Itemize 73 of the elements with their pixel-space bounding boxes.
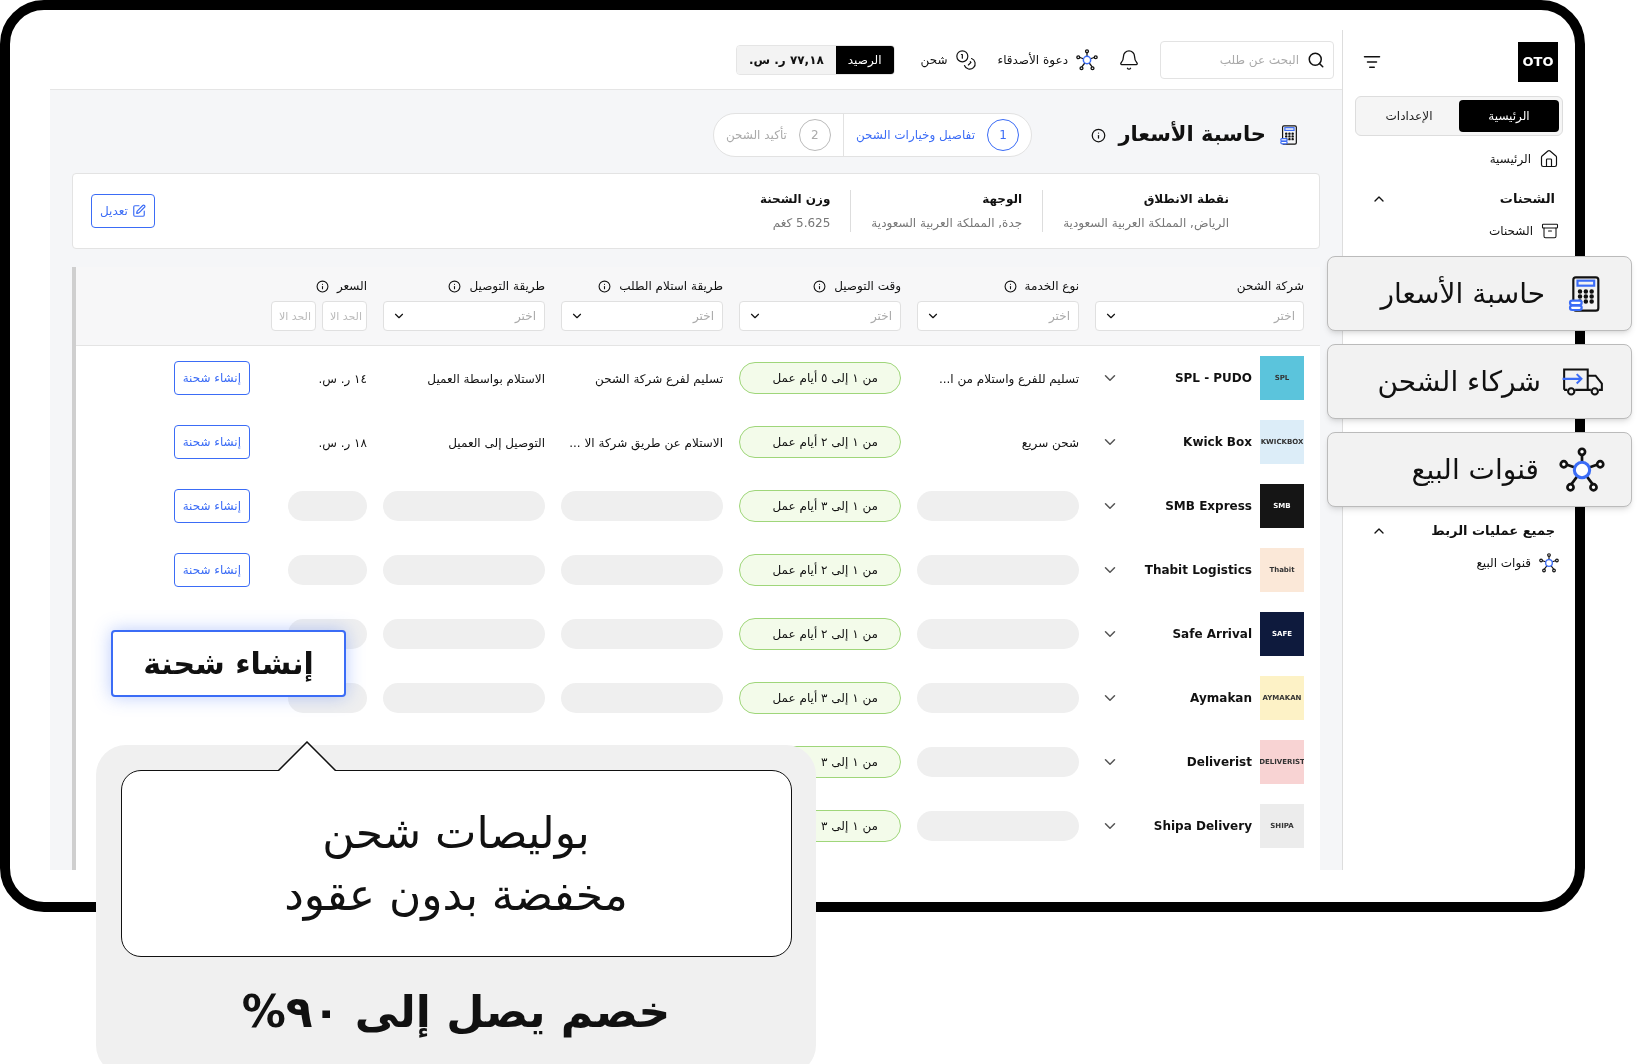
create-shipment-button[interactable]: إنشاء شحنة — [173, 553, 250, 587]
people-network-icon — [1076, 48, 1098, 71]
create-shipment-button[interactable]: إنشاء شحنة — [173, 489, 250, 523]
column-header: نوع الخدمة — [1024, 278, 1079, 295]
brand-logo: OTO — [1518, 42, 1558, 82]
feature-card: حاسبة الأسعار — [1327, 256, 1632, 331]
edit-icon — [131, 204, 146, 218]
table-cell: الاستلام بواسطة العميل — [427, 372, 545, 386]
create-shipment-callout-button[interactable]: إنشاء شحنة — [111, 630, 346, 697]
column-header: طريقة التوصيل — [469, 278, 545, 295]
carrier-name: SMB Express — [1165, 498, 1252, 515]
column-header: السعر — [336, 278, 367, 295]
summary-value: 5.625 كغم — [771, 215, 831, 232]
carrier-name: Kwick Box — [1183, 434, 1252, 451]
create-shipment-button[interactable]: إنشاء شحنة — [173, 425, 250, 459]
feature-card: شركاء الشحن — [1327, 344, 1632, 419]
sidebar-section[interactable]: الشحنات — [1355, 182, 1563, 216]
table-cell: شحن سريع — [1021, 436, 1079, 450]
summary-label: الوجهة — [981, 191, 1023, 208]
info-icon — [1091, 127, 1107, 143]
carrier-name: Aymakan — [1190, 690, 1252, 707]
search-field[interactable]: البحث عن طلب — [1160, 40, 1334, 79]
carrier-name: Safe Arrival — [1172, 626, 1252, 643]
sidebar-item[interactable]: الرئيسية — [1489, 144, 1559, 174]
price-filter-input[interactable]: الحد الا — [271, 301, 316, 331]
carrier-name: Shipa Delivery — [1153, 818, 1252, 835]
page-title: حاسبة الأسعار — [1118, 120, 1266, 149]
sidebar-item[interactable]: الشحنات — [1489, 216, 1559, 246]
archive-icon — [1541, 222, 1559, 240]
summary-label: نقطة الانطلاق — [1142, 191, 1229, 208]
bubble-text: بوليصات شحن مخفضة بدون عقود — [284, 805, 628, 923]
notification-bell-icon[interactable] — [1118, 48, 1140, 71]
carrier-name: SPL - PUDO — [1174, 370, 1252, 387]
sidebar-section[interactable]: جميع عمليات الربط — [1355, 514, 1563, 548]
menu-icon[interactable] — [1363, 53, 1381, 71]
table-cell: الاستلام عن طريق شركة الا ... — [569, 436, 723, 450]
coins-icon — [955, 48, 978, 71]
delivery-time-badge: من ١ إلى ٥ أيام عمل — [739, 362, 901, 394]
price-filter-input[interactable]: الحد الا — [322, 301, 367, 331]
balance-label: الرصيد — [835, 45, 894, 74]
delivery-time-badge: من ١ إلى ٢ أيام عمل — [739, 618, 901, 650]
price-cell: ١٨ ر. س. — [318, 436, 367, 450]
sidebar-tab[interactable]: الإعدادات — [1359, 100, 1459, 132]
delivery-time-badge: من ١ إلى ٢ أيام عمل — [739, 426, 901, 458]
price-cell: ١٤ ر. س. — [318, 372, 367, 386]
search-icon — [1307, 50, 1325, 69]
delivery-time-badge: من ١ إلى ٣ أيام عمل — [739, 490, 901, 522]
edit-button[interactable]: تعديل — [91, 194, 155, 228]
delivery-time-badge: من ١ إلى ٢ أيام عمل — [739, 554, 901, 586]
hub-icon — [1539, 553, 1559, 573]
table-cell: تسليم للفرع واستلام من ا... — [938, 372, 1079, 386]
house-icon — [1539, 149, 1559, 169]
carrier-name: Deliverist — [1186, 754, 1252, 771]
hub-icon — [1559, 446, 1605, 493]
sidebar-item[interactable]: قنوات البيع — [1476, 548, 1559, 578]
summary-value: جدة, المملكة العربية السعودية — [871, 215, 1023, 232]
invite-friends-button[interactable]: دعوة الأصدقاء — [997, 48, 1098, 71]
sidebar-tab[interactable]: الرئيسية — [1459, 100, 1559, 132]
column-header: وقت التوصيل — [834, 278, 901, 295]
summary-value: الرياض, المملكة العربية السعودية — [1063, 215, 1229, 232]
create-shipment-button[interactable]: إنشاء شحنة — [173, 361, 250, 395]
column-header: طريقة استلام الطلب — [619, 278, 723, 295]
table-cell: تسليم لفرع شركة الشحن — [595, 372, 723, 386]
carrier-name: Thabit Logistics — [1144, 562, 1252, 579]
calculator-icon — [1278, 124, 1300, 146]
summary-label: وزن الشحنة — [759, 191, 831, 208]
recharge-button[interactable]: شحن — [920, 48, 978, 71]
discount-tagline: خصم يصل إلى ٩٠% — [241, 985, 671, 1040]
feature-card: قنوات البيع — [1327, 432, 1632, 507]
balance-amount: ٧٧,١٨ ر. س. — [737, 45, 836, 74]
delivery-time-badge: من ١ إلى ٣ أيام عمل — [739, 682, 901, 714]
table-cell: التوصيل إلى العميل — [448, 436, 545, 450]
column-header: شركة الشحن — [1236, 278, 1304, 295]
